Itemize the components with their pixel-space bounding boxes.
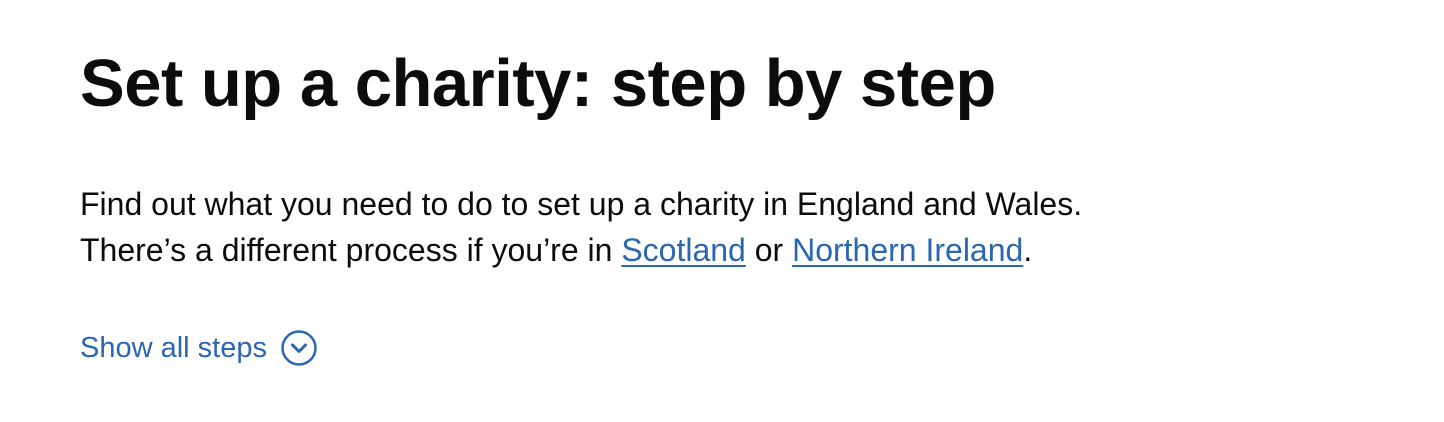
show-all-steps-button[interactable]: Show all steps — [80, 330, 317, 366]
scotland-link[interactable]: Scotland — [621, 232, 746, 268]
intro-line-2-suffix: . — [1023, 232, 1033, 268]
intro-line-2-prefix: There’s a different process if you’re in — [80, 232, 622, 268]
northern-ireland-link[interactable]: Northern Ireland — [792, 232, 1023, 268]
page-title: Set up a charity: step by step — [80, 46, 996, 121]
show-all-steps-label: Show all steps — [80, 331, 267, 364]
intro-line-1: Find out what you need to do to set up a… — [80, 186, 1083, 222]
intro-text: Find out what you need to do to set up a… — [80, 181, 1082, 273]
intro-line-2-middle: or — [745, 232, 793, 268]
intro-line-2: There’s a different process if you’re in… — [80, 227, 1082, 273]
chevron-down-circle-icon — [281, 330, 317, 366]
